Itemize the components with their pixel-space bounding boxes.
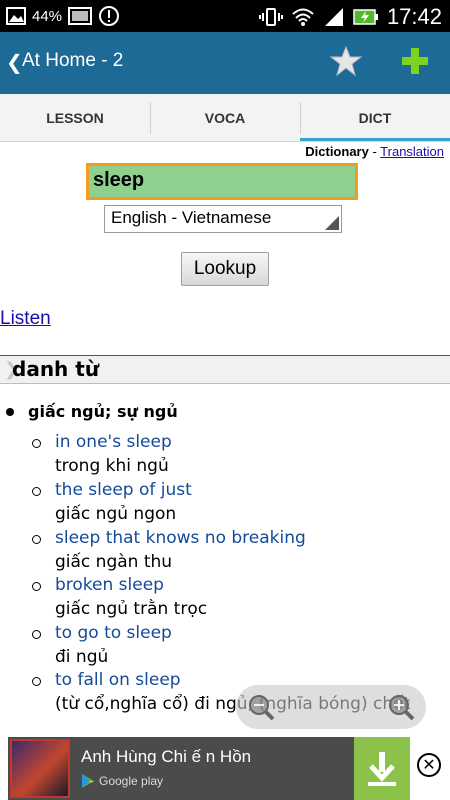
mode-translation-link[interactable]: Translation bbox=[380, 144, 444, 159]
ad-game-thumbnail[interactable] bbox=[10, 739, 70, 798]
part-of-speech-header: ❯ danh từ bbox=[0, 355, 450, 384]
zoom-controls bbox=[236, 685, 426, 729]
circle-bullet-icon bbox=[32, 535, 41, 544]
back-chevron-icon[interactable]: ❮ bbox=[6, 50, 23, 74]
example-phrase: sleep that knows no breaking bbox=[55, 528, 306, 548]
circle-bullet-icon bbox=[32, 630, 41, 639]
example-translation: giấc ngủ ngon bbox=[55, 504, 177, 524]
example-translation: đi ngủ bbox=[55, 647, 109, 667]
download-icon bbox=[368, 751, 396, 786]
alert-icon bbox=[98, 4, 120, 28]
bullet-icon bbox=[6, 407, 14, 416]
tab-dict[interactable]: DICT bbox=[300, 94, 450, 141]
tab-voca[interactable]: VOCA bbox=[150, 94, 300, 141]
gallery-icon bbox=[6, 4, 26, 28]
battery-percent: 44% bbox=[32, 7, 63, 25]
listen-link[interactable]: Listen bbox=[0, 308, 51, 330]
example-phrase: in one's sleep bbox=[55, 432, 172, 452]
charging-battery-icon bbox=[353, 5, 379, 29]
example-phrase: to fall on sleep bbox=[55, 670, 181, 690]
language-select-value: English - Vietnamese bbox=[111, 208, 272, 227]
ad-title[interactable]: Anh Hùng Chi ế n Hồn bbox=[81, 747, 251, 767]
action-bar: ❮ At Home - 2 bbox=[0, 32, 450, 94]
search-input[interactable]: sleep bbox=[86, 163, 358, 200]
mode-switch: Dictionary - Translation bbox=[305, 144, 444, 159]
part-of-speech: danh từ bbox=[12, 357, 100, 381]
circle-bullet-icon bbox=[32, 487, 41, 496]
close-ad-icon[interactable]: ✕ bbox=[417, 753, 441, 777]
mode-dictionary: Dictionary bbox=[305, 144, 369, 159]
download-button[interactable] bbox=[354, 737, 410, 800]
example-phrase: broken sleep bbox=[55, 575, 164, 595]
ad-banner[interactable]: Anh Hùng Chi ế n Hồn Google play ✕ bbox=[0, 737, 450, 800]
mode-separator: - bbox=[368, 144, 381, 159]
zoom-out-icon[interactable] bbox=[246, 692, 276, 722]
language-select[interactable]: English - Vietnamese bbox=[104, 205, 342, 233]
tab-bar: LESSON VOCA DICT bbox=[0, 94, 450, 142]
google-play-badge: Google play bbox=[81, 773, 163, 789]
screen-title[interactable]: At Home - 2 bbox=[22, 50, 123, 72]
example-translation: giấc ngủ trằn trọc bbox=[55, 599, 208, 619]
example-phrase: the sleep of just bbox=[55, 480, 192, 500]
wifi-icon bbox=[291, 5, 315, 29]
circle-bullet-icon bbox=[32, 677, 41, 686]
image-icon bbox=[68, 4, 93, 28]
meaning-item: giấc ngủ; sự ngủ bbox=[6, 402, 178, 421]
circle-bullet-icon bbox=[32, 582, 41, 591]
signal-icon bbox=[323, 5, 345, 29]
dictionary-content: Dictionary - Translation sleep English -… bbox=[0, 142, 450, 737]
tab-lesson[interactable]: LESSON bbox=[0, 94, 150, 141]
status-bar: 44% 17:42 bbox=[0, 0, 450, 32]
zoom-in-icon[interactable] bbox=[386, 692, 416, 722]
circle-bullet-icon bbox=[32, 439, 41, 448]
clock: 17:42 bbox=[386, 4, 442, 29]
star-icon[interactable] bbox=[329, 45, 363, 77]
example-translation: giấc ngàn thu bbox=[55, 552, 173, 572]
meaning-text: giấc ngủ; sự ngủ bbox=[28, 402, 178, 421]
google-play-icon bbox=[82, 774, 94, 788]
example-translation: trong khi ngủ bbox=[55, 456, 169, 476]
battery-icon: 44% bbox=[32, 4, 62, 28]
example-phrase: to go to sleep bbox=[55, 623, 172, 643]
lookup-button[interactable]: Lookup bbox=[181, 252, 269, 286]
plus-icon[interactable] bbox=[399, 45, 431, 77]
google-play-label: Google play bbox=[99, 774, 164, 788]
dropdown-arrow-icon bbox=[325, 216, 339, 230]
vibrate-icon bbox=[258, 5, 283, 29]
